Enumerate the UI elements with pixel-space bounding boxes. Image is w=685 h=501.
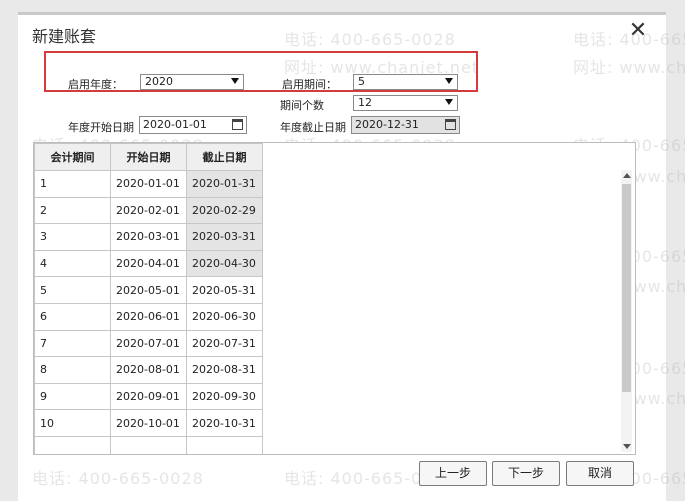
header-period: 会计期间 bbox=[34, 143, 111, 171]
fy-start-date-value: 2020-01-01 bbox=[143, 118, 207, 131]
start-year-select[interactable]: 2020 bbox=[140, 74, 244, 90]
start-date-cell: 2020-04-01 bbox=[110, 249, 187, 278]
period-cell: 6 bbox=[34, 302, 111, 331]
start-date-cell: 2020-02-01 bbox=[110, 196, 187, 225]
start-date-cell: 2020-07-01 bbox=[110, 329, 187, 358]
table-row: 5 2020-05-01 2020-05-31 bbox=[34, 276, 263, 304]
table-row: 2 2020-02-01 2020-02-29 bbox=[34, 196, 263, 225]
start-period-value: 5 bbox=[358, 75, 365, 88]
end-date-cell[interactable]: 2020-06-30 bbox=[186, 302, 263, 331]
start-year-label: 启用年度： bbox=[68, 78, 123, 91]
fy-end-label: 年度截止日期 bbox=[280, 121, 346, 134]
end-date-cell[interactable]: 2020-05-31 bbox=[186, 276, 263, 304]
period-cell: 3 bbox=[34, 223, 111, 251]
calendar-icon[interactable] bbox=[232, 119, 243, 130]
new-account-set-dialog: 新建账套 ✕ 电话: 400-665-0028 网址: www.chanjet.… bbox=[18, 12, 685, 501]
period-cell: 8 bbox=[34, 356, 111, 384]
period-cell: 5 bbox=[34, 276, 111, 304]
start-date-cell: 2020-10-01 bbox=[110, 409, 187, 437]
table-row bbox=[34, 435, 263, 454]
table-row: 4 2020-04-01 2020-04-30 bbox=[34, 249, 263, 278]
table-row: 3 2020-03-01 2020-03-31 bbox=[34, 223, 263, 251]
periods-table-container: 会计期间 开始日期 截止日期 1 2020-01-01 2020-01-31 2… bbox=[33, 142, 636, 455]
fy-end-date-value: 2020-12-31 bbox=[355, 118, 419, 131]
watermark-phone: 电话: 400-665-0028 bbox=[32, 469, 204, 488]
dialog-title: 新建账套 bbox=[32, 27, 97, 46]
period-cell: 10 bbox=[34, 409, 111, 437]
close-icon[interactable]: ✕ bbox=[627, 20, 649, 43]
period-count-value: 12 bbox=[358, 96, 372, 109]
scroll-down-arrow-icon[interactable] bbox=[623, 444, 631, 449]
cancel-button[interactable]: 取消 bbox=[566, 461, 634, 486]
period-cell: 2 bbox=[34, 196, 111, 225]
period-cell bbox=[34, 435, 111, 454]
table-row: 7 2020-07-01 2020-07-31 bbox=[34, 329, 263, 358]
watermark-phone: 电话: 400-665-0028 bbox=[284, 30, 456, 49]
fy-start-date-field[interactable]: 2020-01-01 bbox=[139, 116, 247, 134]
header-end-date: 截止日期 bbox=[186, 143, 263, 171]
calendar-icon[interactable] bbox=[445, 119, 456, 130]
dropdown-arrow-icon bbox=[231, 78, 239, 84]
start-date-cell: 2020-01-01 bbox=[110, 170, 187, 198]
watermark-site: 网址: www.chanjet.net bbox=[573, 58, 685, 77]
scroll-up-arrow-icon[interactable] bbox=[623, 173, 631, 178]
start-date-cell: 2020-05-01 bbox=[110, 276, 187, 304]
periods-table: 会计期间 开始日期 截止日期 1 2020-01-01 2020-01-31 2… bbox=[34, 143, 263, 454]
start-period-select[interactable]: 5 bbox=[353, 74, 458, 90]
table-header-row: 会计期间 开始日期 截止日期 bbox=[34, 143, 263, 171]
start-period-label: 启用期间： bbox=[282, 78, 337, 91]
fy-start-label: 年度开始日期 bbox=[68, 121, 134, 134]
end-date-cell: 2020-02-29 bbox=[186, 196, 263, 225]
start-date-cell: 2020-08-01 bbox=[110, 356, 187, 384]
start-date-cell: 2020-06-01 bbox=[110, 302, 187, 331]
scroll-thumb[interactable] bbox=[622, 184, 631, 392]
dropdown-arrow-icon bbox=[445, 78, 453, 84]
end-date-cell: 2020-04-30 bbox=[186, 249, 263, 278]
end-date-cell: 2020-03-31 bbox=[186, 223, 263, 251]
start-year-value: 2020 bbox=[145, 75, 173, 88]
period-cell: 4 bbox=[34, 249, 111, 278]
end-date-cell[interactable]: 2020-10-31 bbox=[186, 409, 263, 437]
header-start-date: 开始日期 bbox=[110, 143, 187, 171]
end-date-cell: 2020-01-31 bbox=[186, 170, 263, 198]
table-row: 8 2020-08-01 2020-08-31 bbox=[34, 356, 263, 384]
fy-end-date-field[interactable]: 2020-12-31 bbox=[351, 116, 460, 134]
start-date-cell: 2020-09-01 bbox=[110, 382, 187, 411]
table-scrollbar[interactable] bbox=[621, 170, 632, 452]
table-row: 9 2020-09-01 2020-09-30 bbox=[34, 382, 263, 411]
table-row: 1 2020-01-01 2020-01-31 bbox=[34, 170, 263, 198]
period-count-label: 期间个数 bbox=[280, 99, 324, 112]
period-cell: 9 bbox=[34, 382, 111, 411]
table-row: 6 2020-06-01 2020-06-30 bbox=[34, 302, 263, 331]
period-count-select[interactable]: 12 bbox=[353, 95, 458, 111]
end-date-cell[interactable]: 2020-08-31 bbox=[186, 356, 263, 384]
table-row: 10 2020-10-01 2020-10-31 bbox=[34, 409, 263, 437]
dropdown-arrow-icon bbox=[445, 99, 453, 105]
prev-step-button[interactable]: 上一步 bbox=[419, 461, 487, 486]
start-date-cell bbox=[110, 435, 187, 454]
end-date-cell[interactable]: 2020-07-31 bbox=[186, 329, 263, 358]
end-date-cell[interactable]: 2020-09-30 bbox=[186, 382, 263, 411]
end-date-cell[interactable] bbox=[186, 435, 263, 454]
next-step-button[interactable]: 下一步 bbox=[492, 461, 560, 486]
start-date-cell: 2020-03-01 bbox=[110, 223, 187, 251]
period-cell: 1 bbox=[34, 170, 111, 198]
period-cell: 7 bbox=[34, 329, 111, 358]
